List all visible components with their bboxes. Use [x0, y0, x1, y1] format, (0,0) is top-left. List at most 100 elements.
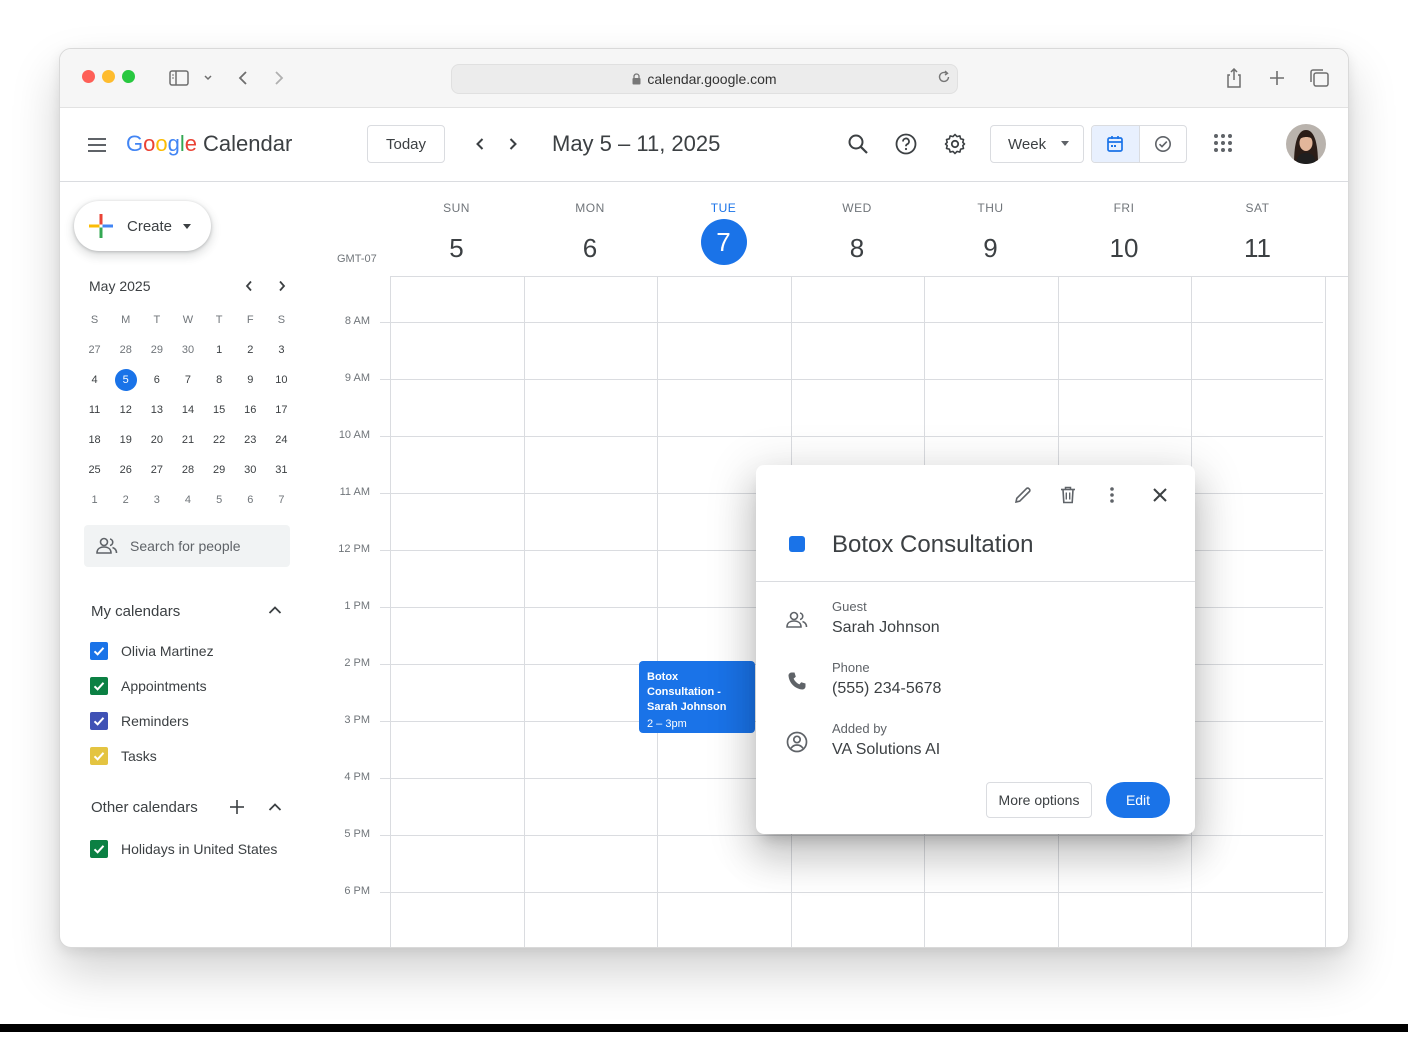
mini-day[interactable]: 18	[79, 434, 110, 446]
calendar-list-item[interactable]: Reminders	[90, 712, 189, 730]
tasks-view-icon[interactable]	[1140, 126, 1187, 162]
mini-day[interactable]: 29	[204, 464, 235, 476]
minimize-window-button[interactable]	[102, 70, 115, 83]
mini-next-month-icon[interactable]	[274, 278, 290, 294]
mini-day[interactable]: 28	[110, 344, 141, 356]
calendar-view-icon[interactable]	[1092, 126, 1140, 162]
mini-day[interactable]: 27	[79, 344, 110, 356]
more-options-icon[interactable]	[1100, 483, 1124, 507]
mini-day[interactable]: 25	[79, 464, 110, 476]
mini-day[interactable]: 13	[141, 404, 172, 416]
calendar-list-item[interactable]: Appointments	[90, 677, 207, 695]
mini-day[interactable]: 3	[141, 494, 172, 506]
mini-day[interactable]: 16	[235, 404, 266, 416]
calendar-list-item[interactable]: Olivia Martinez	[90, 642, 214, 660]
mini-day[interactable]: 20	[141, 434, 172, 446]
back-icon[interactable]	[232, 67, 254, 89]
create-button[interactable]: Create	[74, 201, 211, 251]
day-number[interactable]: 11	[1235, 225, 1281, 271]
mini-day[interactable]: 14	[172, 404, 203, 416]
checkbox[interactable]	[90, 642, 108, 660]
day-number[interactable]: 10	[1101, 225, 1147, 271]
day-number[interactable]: 8	[834, 225, 880, 271]
tab-overview-icon[interactable]	[1308, 67, 1330, 89]
mini-day[interactable]: 29	[141, 344, 172, 356]
mini-day[interactable]: 11	[79, 404, 110, 416]
avatar[interactable]	[1286, 124, 1326, 164]
day-header[interactable]: SUN 5	[390, 201, 523, 271]
mini-day[interactable]: 19	[110, 434, 141, 446]
mini-day[interactable]: 22	[204, 434, 235, 446]
mini-day[interactable]: 1	[204, 344, 235, 356]
mini-day[interactable]: 5	[204, 494, 235, 506]
mini-day[interactable]: 4	[172, 494, 203, 506]
forward-icon[interactable]	[268, 67, 290, 89]
mini-day[interactable]: 7	[266, 494, 297, 506]
mini-day[interactable]: 30	[235, 464, 266, 476]
today-button[interactable]: Today	[367, 125, 445, 163]
mini-day[interactable]: 2	[235, 344, 266, 356]
day-number[interactable]: 5	[434, 225, 480, 271]
next-week-icon[interactable]	[503, 134, 523, 154]
mini-day[interactable]: 10	[266, 374, 297, 386]
search-people-field[interactable]: Search for people	[84, 525, 290, 567]
edit-button[interactable]: Edit	[1106, 782, 1170, 818]
add-calendar-icon[interactable]	[228, 798, 246, 816]
mini-day[interactable]: 21	[172, 434, 203, 446]
my-calendars-title[interactable]: My calendars	[91, 603, 180, 620]
mini-day[interactable]: 2	[110, 494, 141, 506]
chevron-down-icon[interactable]	[197, 67, 219, 89]
day-number[interactable]: 9	[968, 225, 1014, 271]
collapse-my-calendars-icon[interactable]	[266, 601, 284, 619]
mini-day[interactable]: 27	[141, 464, 172, 476]
mini-prev-month-icon[interactable]	[241, 278, 257, 294]
menu-icon[interactable]	[84, 132, 110, 158]
delete-icon[interactable]	[1056, 483, 1080, 507]
mini-day[interactable]: 23	[235, 434, 266, 446]
event-chip[interactable]: Botox Consultation - Sarah Johnson 2 – 3…	[639, 661, 755, 733]
calendar-list-item[interactable]: Holidays in United States	[90, 840, 277, 858]
more-options-button[interactable]: More options	[986, 782, 1092, 818]
mini-day[interactable]: 8	[204, 374, 235, 386]
mini-day[interactable]: 6	[235, 494, 266, 506]
mini-day[interactable]: 6	[141, 374, 172, 386]
mini-day[interactable]: 12	[110, 404, 141, 416]
checkbox[interactable]	[90, 677, 108, 695]
day-header[interactable]: WED 8	[791, 201, 924, 271]
mini-day[interactable]: 30	[172, 344, 203, 356]
sidebar-toggle-icon[interactable]	[168, 67, 190, 89]
mini-day[interactable]: 15	[204, 404, 235, 416]
day-header[interactable]: MON 6	[524, 201, 657, 271]
edit-pencil-icon[interactable]	[1011, 483, 1035, 507]
mini-day[interactable]: 9	[235, 374, 266, 386]
help-icon[interactable]	[892, 130, 920, 158]
mini-day[interactable]: 26	[110, 464, 141, 476]
day-header[interactable]: SAT 11	[1191, 201, 1324, 271]
view-selector[interactable]: Week	[990, 125, 1084, 163]
reload-icon[interactable]	[937, 70, 951, 84]
calendar-list-item[interactable]: Tasks	[90, 747, 157, 765]
checkbox[interactable]	[90, 840, 108, 858]
day-number[interactable]: 6	[567, 225, 613, 271]
mini-day[interactable]: 5	[110, 369, 141, 391]
other-calendars-title[interactable]: Other calendars	[91, 799, 198, 816]
mini-day[interactable]: 24	[266, 434, 297, 446]
collapse-other-calendars-icon[interactable]	[266, 798, 284, 816]
mini-day[interactable]: 4	[79, 374, 110, 386]
day-header[interactable]: FRI 10	[1058, 201, 1191, 271]
address-bar[interactable]: calendar.google.com	[451, 64, 958, 94]
zoom-window-button[interactable]	[122, 70, 135, 83]
apps-icon[interactable]	[1213, 133, 1235, 155]
app-logo[interactable]: Google Calendar	[126, 131, 292, 157]
search-icon[interactable]	[844, 130, 872, 158]
new-tab-icon[interactable]	[1266, 67, 1288, 89]
mini-day[interactable]: 1	[79, 494, 110, 506]
previous-week-icon[interactable]	[470, 134, 490, 154]
share-icon[interactable]	[1223, 67, 1245, 89]
checkbox[interactable]	[90, 712, 108, 730]
checkbox[interactable]	[90, 747, 108, 765]
mini-day[interactable]: 7	[172, 374, 203, 386]
day-number[interactable]: 7	[700, 219, 747, 265]
mini-day[interactable]: 3	[266, 344, 297, 356]
mini-day[interactable]: 28	[172, 464, 203, 476]
